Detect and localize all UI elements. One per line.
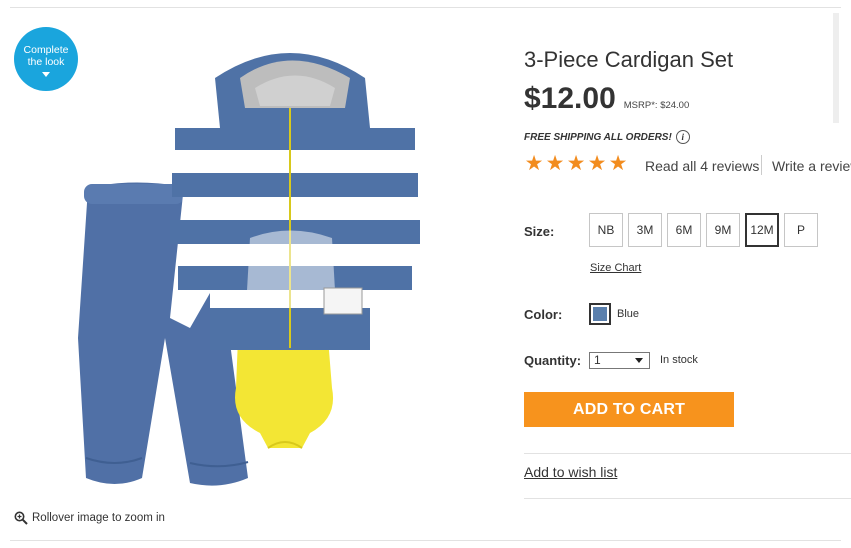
divider bbox=[524, 453, 851, 454]
quantity-value: 1 bbox=[594, 353, 601, 367]
color-label: Color: bbox=[524, 307, 563, 322]
add-to-wishlist-link[interactable]: Add to wish list bbox=[524, 464, 617, 480]
shipping-text: FREE SHIPPING ALL ORDERS! bbox=[524, 131, 672, 143]
shipping-banner: FREE SHIPPING ALL ORDERS! i bbox=[524, 130, 690, 144]
size-option-6m[interactable]: 6M bbox=[667, 213, 701, 247]
quantity-label: Quantity: bbox=[524, 353, 582, 368]
zoom-hint: Rollover image to zoom in bbox=[14, 511, 165, 525]
divider bbox=[524, 498, 851, 499]
size-option-p[interactable]: P bbox=[784, 213, 818, 247]
write-review-link[interactable]: Write a review bbox=[772, 158, 851, 174]
star-rating: ★ ★ ★ ★ ★ bbox=[524, 152, 628, 175]
top-divider bbox=[10, 7, 841, 8]
stock-status: In stock bbox=[660, 354, 698, 366]
swatch-fill bbox=[593, 307, 607, 321]
size-option-nb[interactable]: NB bbox=[589, 213, 623, 247]
zoom-in-icon bbox=[14, 511, 28, 525]
watermark bbox=[833, 13, 839, 123]
quantity-select[interactable]: 1 bbox=[589, 352, 650, 369]
complete-the-look-button[interactable]: Complete the look bbox=[14, 27, 78, 91]
price: $12.00 bbox=[524, 82, 616, 115]
size-options: NB 3M 6M 9M 12M P bbox=[589, 213, 818, 247]
star-icon: ★ bbox=[587, 152, 607, 175]
badge-line-1: Complete bbox=[23, 44, 69, 56]
color-name: Blue bbox=[617, 308, 640, 320]
review-divider bbox=[761, 155, 762, 175]
bottom-divider bbox=[10, 540, 841, 541]
star-icon: ★ bbox=[524, 152, 544, 175]
size-chart-link[interactable]: Size Chart bbox=[590, 262, 641, 274]
info-icon[interactable]: i bbox=[675, 130, 690, 144]
product-image[interactable] bbox=[70, 38, 470, 498]
badge-line-2: the look bbox=[27, 56, 65, 68]
caret-down-icon bbox=[635, 358, 643, 363]
star-icon: ★ bbox=[608, 152, 628, 175]
zoom-hint-text: Rollover image to zoom in bbox=[32, 512, 165, 524]
read-reviews-link[interactable]: Read all 4 reviews bbox=[645, 158, 759, 174]
msrp: MSRP*: $24.00 bbox=[623, 100, 690, 111]
star-icon: ★ bbox=[566, 152, 586, 175]
star-icon: ★ bbox=[545, 152, 565, 175]
size-option-9m[interactable]: 9M bbox=[706, 213, 740, 247]
size-label: Size: bbox=[524, 224, 555, 239]
product-title: 3-Piece Cardigan Set bbox=[524, 47, 734, 72]
color-swatch-blue[interactable] bbox=[589, 303, 611, 325]
chevron-down-icon bbox=[42, 72, 50, 77]
size-option-3m[interactable]: 3M bbox=[628, 213, 662, 247]
size-option-12m[interactable]: 12M bbox=[745, 213, 779, 247]
price-row: $12.00 MSRP*: $24.00 bbox=[524, 83, 689, 115]
add-to-cart-button[interactable]: ADD TO CART bbox=[524, 392, 734, 427]
